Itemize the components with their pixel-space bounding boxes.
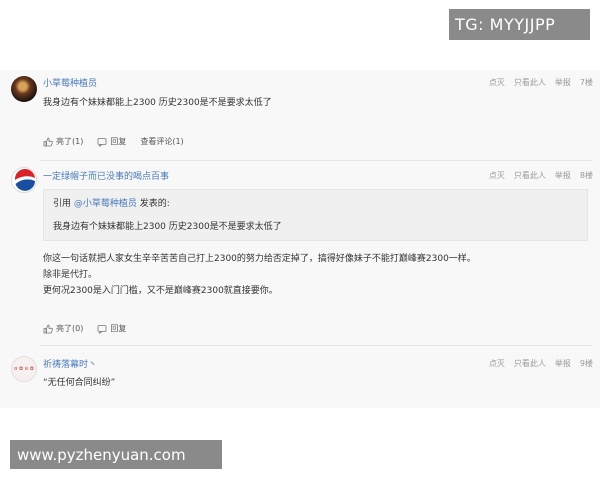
- avatar-decoration: ɞ ✿ ɞ ✿: [14, 366, 34, 372]
- thumbs-up-icon: [43, 137, 53, 146]
- watermark-top: TG: MYYJJPP: [449, 9, 590, 40]
- post-meta: 点灭 只看此人 举报 7楼: [489, 77, 593, 88]
- comment-post-8: 一定绿帽子而已没事的喝点百事 点灭 只看此人 举报 8楼 引用 @小草莓种植员 …: [0, 163, 600, 348]
- floor-number: 8楼: [579, 171, 593, 180]
- comment-feed: 小草莓种植员 点灭 只看此人 举报 7楼 我身边有个妹妹都能上2300 历史23…: [0, 70, 600, 408]
- comment-text: 我身边有个妹妹都能上2300 历史2300是不是要求太低了: [43, 98, 272, 108]
- report-link[interactable]: 举报: [555, 170, 571, 181]
- only-this-user-link[interactable]: 只看此人: [514, 77, 546, 88]
- avatar[interactable]: [11, 76, 37, 102]
- comment-post-7: 小草莓种植员 点灭 只看此人 举报 7楼 我身边有个妹妹都能上2300 历史23…: [0, 70, 600, 161]
- report-link[interactable]: 举报: [555, 358, 571, 369]
- quote-suffix: 发表的:: [139, 199, 170, 209]
- like-count: 亮了(1): [56, 137, 84, 146]
- view-thread-link[interactable]: 查看评论(1): [140, 136, 183, 147]
- reply-icon: [97, 324, 107, 334]
- comment-post-9: ɞ ✿ ɞ ✿ 祈祷落幕时丶 点灭 只看此人 举报 9楼 “无任何合同纠纷”: [0, 352, 600, 408]
- quote-prefix: 引用: [53, 199, 72, 209]
- only-this-user-link[interactable]: 只看此人: [514, 170, 546, 181]
- quote-block: 引用 @小草莓种植员 发表的: 我身边有个妹妹都能上2300 历史2300是不是…: [43, 189, 588, 241]
- only-this-user-link[interactable]: 只看此人: [514, 358, 546, 369]
- dian-mie-link[interactable]: 点灭: [489, 77, 505, 88]
- comment-text-line: 更何况2300是入门门槛，又不是巅峰赛2300就直接要你。: [43, 286, 278, 296]
- floor-number: 9楼: [579, 359, 593, 368]
- dian-mie-link[interactable]: 点灭: [489, 170, 505, 181]
- like-button[interactable]: 亮了(0): [43, 323, 83, 334]
- quote-header: 引用 @小草莓种植员 发表的:: [53, 196, 170, 209]
- comment-text-line: 你这一句话就把人家女生辛辛苦苦自己打上2300的努力给否定掉了，搞得好像妹子不能…: [43, 254, 476, 264]
- dian-mie-link[interactable]: 点灭: [489, 358, 505, 369]
- comment-actions: 亮了(1) 回复 查看评论(1): [43, 136, 184, 147]
- view-thread-label: 查看评论(1): [140, 137, 184, 146]
- quote-user-link[interactable]: @小草莓种植员: [74, 199, 137, 209]
- avatar[interactable]: ɞ ✿ ɞ ✿: [11, 356, 37, 382]
- comment-actions: 亮了(0) 回复: [43, 323, 126, 334]
- post-meta: 点灭 只看此人 举报 8楼: [489, 170, 593, 181]
- reply-label: 回复: [110, 137, 127, 146]
- thumbs-up-icon: [43, 324, 53, 333]
- watermark-bottom: www.pyzhenyuan.com: [10, 440, 222, 469]
- like-count: 亮了(0): [56, 324, 84, 333]
- post-meta: 点灭 只看此人 举报 9楼: [489, 358, 593, 369]
- username-link[interactable]: 祈祷落幕时丶: [43, 357, 97, 370]
- reply-icon: [97, 137, 107, 147]
- quote-text: 我身边有个妹妹都能上2300 历史2300是不是要求太低了: [53, 222, 282, 232]
- avatar[interactable]: [11, 167, 37, 193]
- comment-text: “无任何合同纠纷”: [43, 378, 116, 388]
- like-button[interactable]: 亮了(1): [43, 136, 83, 147]
- reply-button[interactable]: 回复: [97, 136, 126, 147]
- floor-number: 7楼: [579, 78, 593, 87]
- pepsi-logo-icon: [14, 168, 35, 191]
- divider: [40, 160, 592, 161]
- username-link[interactable]: 一定绿帽子而已没事的喝点百事: [43, 169, 169, 182]
- comment-text-line: 除非是代打。: [43, 270, 98, 280]
- divider: [40, 345, 592, 346]
- reply-label: 回复: [110, 324, 127, 333]
- report-link[interactable]: 举报: [555, 77, 571, 88]
- reply-button[interactable]: 回复: [97, 323, 126, 334]
- username-link[interactable]: 小草莓种植员: [43, 76, 97, 89]
